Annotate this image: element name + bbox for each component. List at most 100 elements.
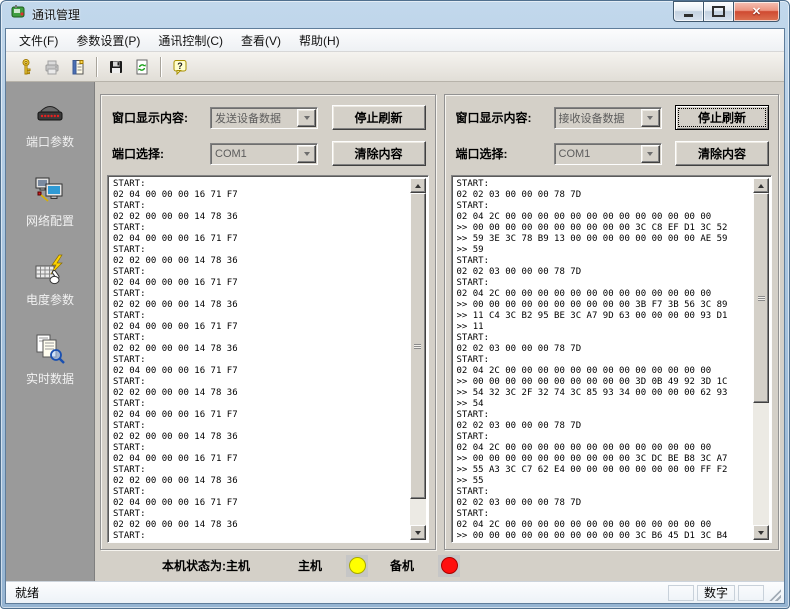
receive-log-scrollbar[interactable] — [753, 178, 769, 540]
status-bar: 就绪 数字 — [6, 581, 784, 603]
resize-grip[interactable] — [768, 588, 781, 601]
refresh-icon — [133, 58, 151, 76]
machine-status-row: 本机状态为:主机 主机 备机 — [100, 550, 779, 581]
scroll-thumb[interactable] — [410, 193, 426, 499]
maximize-button[interactable] — [703, 1, 733, 22]
refresh-button[interactable] — [129, 55, 155, 79]
scroll-down-button[interactable] — [410, 525, 426, 540]
printer-icon — [43, 58, 61, 76]
machine-status-label: 本机状态为:主机 — [162, 557, 250, 574]
menu-bar: 文件(F) 参数设置(P) 通讯控制(C) 查看(V) 帮助(H) — [6, 29, 784, 52]
port-select-label: 端口选择: — [456, 145, 554, 162]
network-config-icon — [33, 175, 67, 207]
notebook-icon — [69, 58, 87, 76]
realtime-data-icon — [33, 333, 67, 365]
port-select[interactable]: COM1 — [554, 143, 662, 165]
port-select[interactable]: COM1 — [210, 143, 318, 165]
combo-dropdown-button[interactable] — [297, 109, 316, 127]
thumb-grip-icon — [414, 344, 421, 349]
arrow-up-icon — [758, 184, 764, 188]
standby-status-light — [441, 557, 458, 574]
chevron-down-icon — [304, 116, 310, 120]
send-log-text: START: 02 04 00 00 00 16 71 F7 START: 02… — [113, 179, 408, 539]
sidebar-item-energy-params[interactable]: 电度参数 — [26, 254, 74, 308]
chevron-down-icon — [304, 152, 310, 156]
clear-content-button[interactable]: 清除内容 — [332, 141, 426, 166]
receive-log-box[interactable]: START: 02 02 03 00 00 00 78 7D START: 02… — [451, 175, 773, 543]
sidebar: 端口参数 网络配置 — [6, 82, 95, 581]
close-icon: ✕ — [752, 5, 761, 18]
display-content-label: 窗口显示内容: — [456, 109, 554, 126]
config-button[interactable] — [65, 55, 91, 79]
master-status-light — [349, 557, 366, 574]
combo-dropdown-button[interactable] — [641, 145, 660, 163]
chevron-down-icon — [647, 116, 653, 120]
sidebar-item-label: 端口参数 — [26, 133, 74, 150]
status-num-indicator: 数字 — [697, 585, 735, 601]
energy-params-icon — [33, 254, 67, 286]
stop-refresh-button[interactable]: 停止刷新 — [675, 105, 769, 130]
close-button[interactable]: ✕ — [733, 1, 780, 22]
sidebar-item-realtime-data[interactable]: 实时数据 — [26, 333, 74, 387]
chevron-down-icon — [647, 152, 653, 156]
combo-dropdown-button[interactable] — [641, 109, 660, 127]
receive-data-panel: 窗口显示内容: 接收设备数据 停止刷新 端口选择: COM1 — [444, 94, 780, 550]
status-ready-text: 就绪 — [9, 584, 665, 601]
standby-indicator — [438, 555, 460, 577]
menu-view[interactable]: 查看(V) — [232, 29, 290, 52]
menu-parameter-settings[interactable]: 参数设置(P) — [67, 29, 149, 52]
display-content-value: 发送设备数据 — [211, 110, 297, 126]
arrow-down-icon — [758, 531, 764, 535]
scroll-up-button[interactable] — [753, 178, 769, 193]
master-indicator — [346, 555, 368, 577]
minimize-button[interactable] — [673, 1, 703, 22]
scroll-up-button[interactable] — [410, 178, 426, 193]
port-params-icon — [33, 98, 67, 128]
send-data-panel: 窗口显示内容: 发送设备数据 停止刷新 端口选择: COM1 — [100, 94, 436, 550]
standby-label: 备机 — [390, 557, 414, 574]
maximize-icon — [712, 6, 725, 17]
save-button[interactable] — [103, 55, 129, 79]
display-content-select[interactable]: 发送设备数据 — [210, 107, 318, 129]
sidebar-item-label: 电度参数 — [26, 291, 74, 308]
help-button[interactable]: ? — [167, 55, 193, 79]
send-log-box[interactable]: START: 02 04 00 00 00 16 71 F7 START: 02… — [107, 175, 429, 543]
port-select-label: 端口选择: — [112, 145, 210, 162]
window-title: 通讯管理 — [32, 6, 80, 23]
sidebar-item-port-params[interactable]: 端口参数 — [26, 98, 74, 150]
title-bar[interactable]: 通讯管理 ✕ — [1, 1, 789, 28]
port-select-value: COM1 — [211, 148, 297, 160]
scroll-thumb[interactable] — [753, 193, 769, 403]
menu-comm-control[interactable]: 通讯控制(C) — [149, 29, 232, 52]
master-label: 主机 — [298, 557, 322, 574]
scroll-down-button[interactable] — [753, 525, 769, 540]
app-window: 通讯管理 ✕ 文件(F) 参数设置(P) 通讯控制(C) 查看(V) 帮助(H) — [0, 0, 790, 609]
status-pane-blank — [668, 585, 694, 601]
key-icon — [17, 58, 35, 76]
display-content-value: 接收设备数据 — [555, 110, 641, 126]
sidebar-item-label: 网络配置 — [26, 212, 74, 229]
status-pane-blank — [738, 585, 764, 601]
stop-refresh-button[interactable]: 停止刷新 — [332, 105, 426, 130]
toolbar-separator — [160, 57, 162, 77]
display-content-label: 窗口显示内容: — [112, 109, 210, 126]
port-select-value: COM1 — [555, 148, 641, 160]
print-button[interactable] — [39, 55, 65, 79]
toolbar-separator — [96, 57, 98, 77]
display-content-select[interactable]: 接收设备数据 — [554, 107, 662, 129]
send-log-scrollbar[interactable] — [410, 178, 426, 540]
menu-file[interactable]: 文件(F) — [10, 29, 67, 52]
save-icon — [107, 58, 125, 76]
arrow-up-icon — [415, 184, 421, 188]
key-button[interactable] — [13, 55, 39, 79]
sidebar-item-network-config[interactable]: 网络配置 — [26, 175, 74, 229]
menu-help[interactable]: 帮助(H) — [290, 29, 349, 52]
minimize-icon — [684, 14, 693, 17]
svg-text:?: ? — [177, 61, 183, 71]
combo-dropdown-button[interactable] — [297, 145, 316, 163]
receive-log-text: START: 02 02 03 00 00 00 78 7D START: 02… — [457, 179, 752, 539]
sidebar-item-label: 实时数据 — [26, 370, 74, 387]
toolbar: ? — [6, 52, 784, 82]
arrow-down-icon — [415, 531, 421, 535]
clear-content-button[interactable]: 清除内容 — [675, 141, 769, 166]
